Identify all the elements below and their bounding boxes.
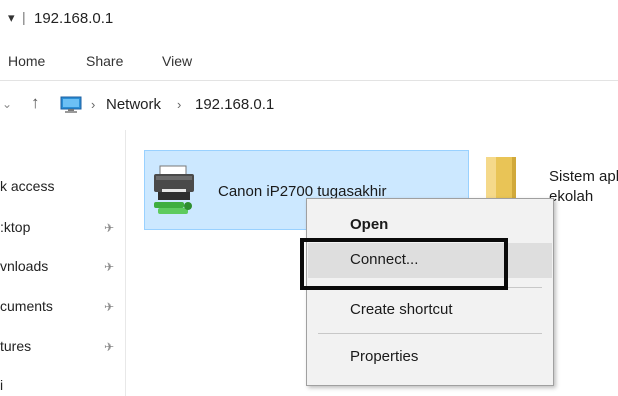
nav-item-quick-access[interactable]: k access: [0, 178, 54, 194]
menu-item-open[interactable]: Open: [350, 216, 388, 233]
ribbon-divider: [0, 80, 618, 81]
menu-separator: [318, 333, 542, 334]
recent-locations-chevron-icon[interactable]: ⌄: [2, 97, 12, 111]
quick-access-dropdown-icon[interactable]: ▾: [8, 10, 15, 26]
menu-item-properties[interactable]: Properties: [350, 348, 418, 365]
pane-divider[interactable]: [125, 130, 126, 396]
breadcrumb-separator[interactable]: ›: [91, 97, 95, 112]
title-separator: |: [22, 9, 26, 25]
pin-icon: ✈: [104, 340, 115, 354]
pin-icon: ✈: [104, 260, 115, 274]
tab-view[interactable]: View: [162, 53, 192, 69]
computer-icon: [60, 96, 82, 113]
tab-home[interactable]: Home: [8, 53, 45, 69]
window-title: 192.168.0.1: [34, 10, 114, 27]
nav-item-pictures[interactable]: tures: [0, 338, 31, 354]
breadcrumb-ip[interactable]: 192.168.0.1: [195, 96, 274, 113]
pin-icon: ✈: [104, 300, 115, 314]
context-menu: [306, 198, 554, 386]
breadcrumb-separator[interactable]: ›: [177, 97, 181, 112]
nav-item-partial[interactable]: i: [0, 377, 3, 393]
folder-label-line2: ekolah: [549, 188, 594, 205]
printer-icon: [154, 165, 194, 214]
pin-icon: ✈: [104, 221, 115, 235]
folder-label-line1: Sistem apl: [549, 168, 618, 185]
tab-share[interactable]: Share: [86, 53, 123, 69]
up-arrow-icon[interactable]: ↑: [31, 93, 40, 113]
annotation-highlight-box: [300, 238, 508, 290]
menu-item-create-shortcut[interactable]: Create shortcut: [350, 301, 453, 318]
breadcrumb-network[interactable]: Network: [106, 96, 161, 113]
nav-item-desktop[interactable]: :ktop: [0, 219, 30, 235]
title-bar: ▾ | 192.168.0.1: [0, 0, 618, 38]
nav-item-downloads[interactable]: vnloads: [0, 258, 48, 274]
nav-item-documents[interactable]: cuments: [0, 298, 53, 314]
